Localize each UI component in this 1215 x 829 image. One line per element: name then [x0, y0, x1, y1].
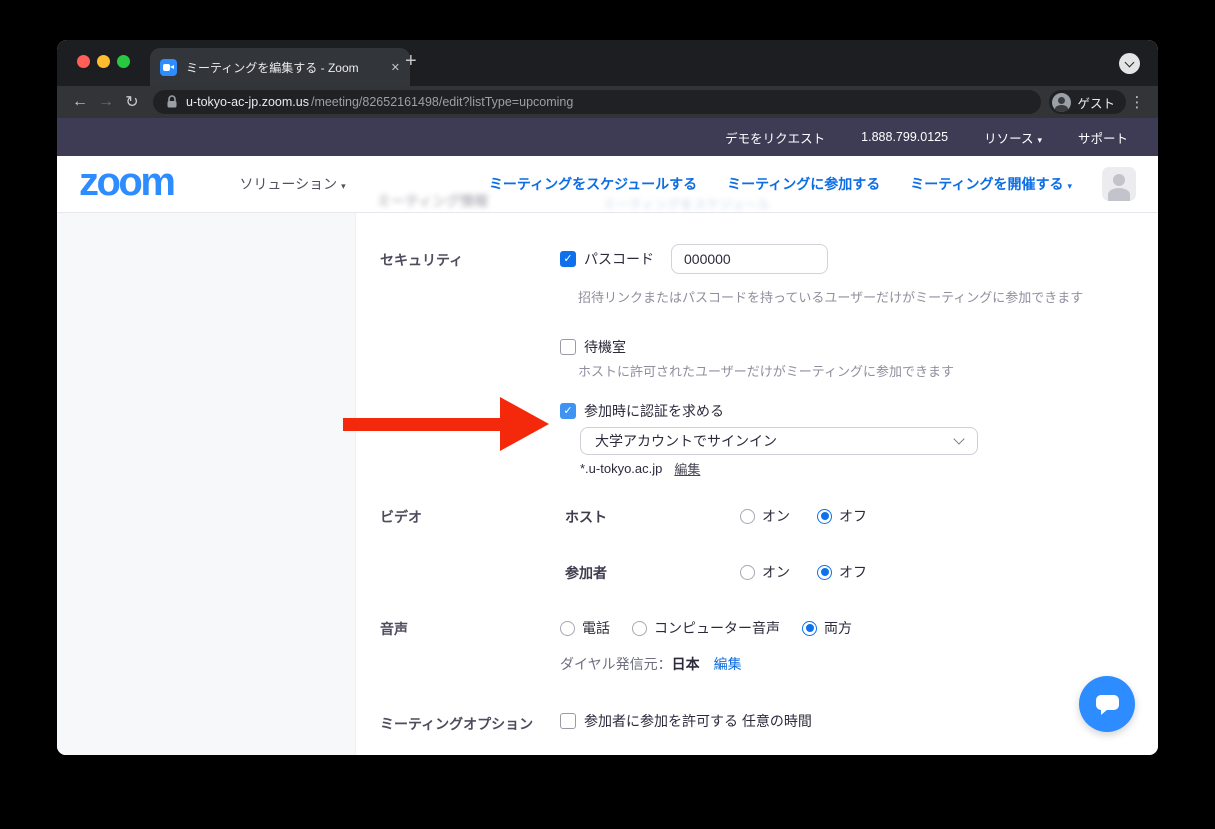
passcode-row: ✓ パスコード	[560, 243, 828, 275]
chat-bubble-icon	[1101, 709, 1108, 715]
browser-menu-icon[interactable]: ⋮	[1126, 93, 1148, 111]
radio-icon[interactable]	[817, 565, 832, 580]
waiting-room-label: 待機室	[584, 337, 626, 357]
browser-window: ミーティングを編集する - Zoom ✕ + ← → ↻ u-tokyo-ac-…	[57, 40, 1158, 755]
host-meeting-menu[interactable]: ミーティングを開催する▾	[910, 174, 1072, 194]
minimize-window-button[interactable]	[97, 55, 110, 68]
radio-icon[interactable]	[560, 621, 575, 636]
audio-both-option[interactable]: 両方	[802, 618, 852, 638]
radio-icon[interactable]	[740, 565, 755, 580]
waiting-room-help-text: ホストに許可されたユーザーだけがミーティングに参加できます	[578, 361, 954, 380]
browser-toolbar: ← → ↻ u-tokyo-ac-jp.zoom.us /meeting/826…	[57, 86, 1158, 118]
user-avatar[interactable]	[1102, 167, 1136, 201]
red-annotation-arrow	[343, 397, 549, 451]
tab-close-icon[interactable]: ✕	[391, 61, 400, 74]
join-meeting-link[interactable]: ミーティングに参加する	[727, 174, 880, 194]
check-icon: ✓	[563, 254, 572, 265]
support-link[interactable]: サポート	[1078, 128, 1128, 147]
guest-label: ゲスト	[1077, 93, 1115, 112]
video-participant-on-option[interactable]: オン	[740, 562, 790, 582]
profile-chip[interactable]: ゲスト	[1049, 90, 1126, 114]
video-participant-off-option[interactable]: オフ	[817, 562, 867, 582]
require-auth-checkbox[interactable]: ✓	[560, 403, 576, 419]
waiting-room-checkbox[interactable]	[560, 339, 576, 355]
zoom-favicon-icon	[160, 59, 177, 76]
chat-bubble-icon	[1096, 695, 1119, 710]
fullscreen-window-button[interactable]	[117, 55, 130, 68]
arrow-head	[500, 397, 549, 451]
video-host-label: ホスト	[565, 507, 607, 527]
dial-from-label: ダイヤル発信元：	[560, 654, 672, 674]
require-auth-label: 参加時に認証を求める	[584, 401, 724, 421]
new-tab-button[interactable]: +	[405, 51, 417, 71]
chevron-down-icon: ▾	[1067, 181, 1072, 191]
phone-number: 1.888.799.0125	[861, 130, 948, 144]
video-host-on-option[interactable]: オン	[740, 506, 790, 526]
url-domain: u-tokyo-ac-jp.zoom.us	[186, 95, 309, 109]
back-icon[interactable]: ←	[67, 93, 93, 111]
dial-in-row: ダイヤル発信元： 日本 編集	[560, 654, 742, 674]
chevron-down-icon: ▾	[341, 181, 346, 191]
passcode-help-text: 招待リンクまたはパスコードを持っているユーザーだけがミーティングに参加できます	[578, 287, 1083, 306]
video-host-off-option[interactable]: オフ	[817, 506, 867, 526]
resources-menu[interactable]: リソース▾	[984, 128, 1042, 147]
header-nav: ミーティングをスケジュールする ミーティングに参加する ミーティングを開催する▾	[489, 167, 1136, 201]
video-section-label: ビデオ	[380, 507, 422, 527]
audio-phone-option[interactable]: 電話	[560, 618, 610, 638]
join-anytime-row: 参加者に参加を許可する 任意の時間	[560, 711, 812, 731]
tab-search-button[interactable]	[1119, 53, 1140, 74]
meeting-edit-form: セキュリティ ✓ パスコード 招待リンクまたはパスコードを持っているユーザーだけ…	[355, 213, 1158, 755]
left-sidebar	[57, 213, 356, 755]
video-participant-label: 参加者	[565, 563, 607, 583]
guest-avatar-icon	[1052, 93, 1071, 112]
radio-icon[interactable]	[632, 621, 647, 636]
site-header: zoom ソリューション▾ ミーティングをスケジュールする ミーティングに参加す…	[57, 156, 1158, 212]
auth-method-value: 大学アカウントでサインイン	[595, 431, 777, 451]
close-window-button[interactable]	[77, 55, 90, 68]
passcode-checkbox[interactable]: ✓	[560, 251, 576, 267]
chevron-down-icon: ▾	[1037, 135, 1042, 145]
window-controls	[77, 55, 130, 68]
radio-icon[interactable]	[740, 509, 755, 524]
forward-icon[interactable]: →	[93, 93, 119, 111]
solutions-menu[interactable]: ソリューション▾	[239, 174, 345, 194]
tab-strip: ミーティングを編集する - Zoom ✕ +	[57, 40, 1158, 86]
dial-country: 日本	[672, 654, 700, 674]
passcode-label: パスコード	[584, 249, 654, 269]
join-anytime-checkbox[interactable]	[560, 713, 576, 729]
auth-domain-row: *.u-tokyo.ac.jp 編集	[580, 459, 700, 478]
request-demo-link[interactable]: デモをリクエスト	[725, 128, 825, 147]
auth-method-select[interactable]: 大学アカウントでサインイン	[580, 427, 978, 455]
waiting-room-row: 待機室	[560, 337, 626, 357]
auth-domain-edit-link[interactable]: 編集	[674, 459, 700, 478]
chat-support-button[interactable]	[1079, 676, 1135, 732]
radio-icon[interactable]	[802, 621, 817, 636]
tab-title: ミーティングを編集する - Zoom	[186, 59, 382, 76]
arrow-shaft	[343, 418, 501, 431]
meeting-options-section-label: ミーティングオプション	[380, 714, 533, 734]
radio-icon[interactable]	[817, 509, 832, 524]
site-topbar: デモをリクエスト 1.888.799.0125 リソース▾ サポート	[57, 118, 1158, 156]
passcode-input[interactable]	[671, 244, 828, 274]
chevron-down-icon	[953, 433, 964, 444]
auth-domain-text: *.u-tokyo.ac.jp	[580, 461, 662, 476]
security-section-label: セキュリティ	[380, 250, 463, 270]
require-auth-row: ✓ 参加時に認証を求める	[560, 401, 724, 421]
check-icon: ✓	[563, 406, 572, 417]
dial-edit-link[interactable]: 編集	[714, 654, 742, 674]
schedule-meeting-link[interactable]: ミーティングをスケジュールする	[489, 174, 697, 194]
lock-icon	[166, 95, 178, 109]
zoom-logo[interactable]: zoom	[79, 165, 173, 199]
audio-section-label: 音声	[380, 619, 408, 639]
audio-computer-option[interactable]: コンピューター音声	[632, 618, 780, 638]
chevron-down-icon	[1125, 58, 1135, 68]
page-content: セキュリティ ✓ パスコード 招待リンクまたはパスコードを持っているユーザーだけ…	[57, 212, 1158, 755]
obscured-scrolled-text: ミーティング情報	[377, 191, 488, 211]
url-path: /meeting/82652161498/edit?listType=upcom…	[311, 95, 573, 109]
reload-icon[interactable]: ↻	[119, 92, 145, 112]
address-bar[interactable]: u-tokyo-ac-jp.zoom.us /meeting/826521614…	[153, 90, 1041, 114]
join-anytime-label: 参加者に参加を許可する 任意の時間	[584, 711, 812, 731]
browser-tab[interactable]: ミーティングを編集する - Zoom ✕	[150, 48, 410, 86]
